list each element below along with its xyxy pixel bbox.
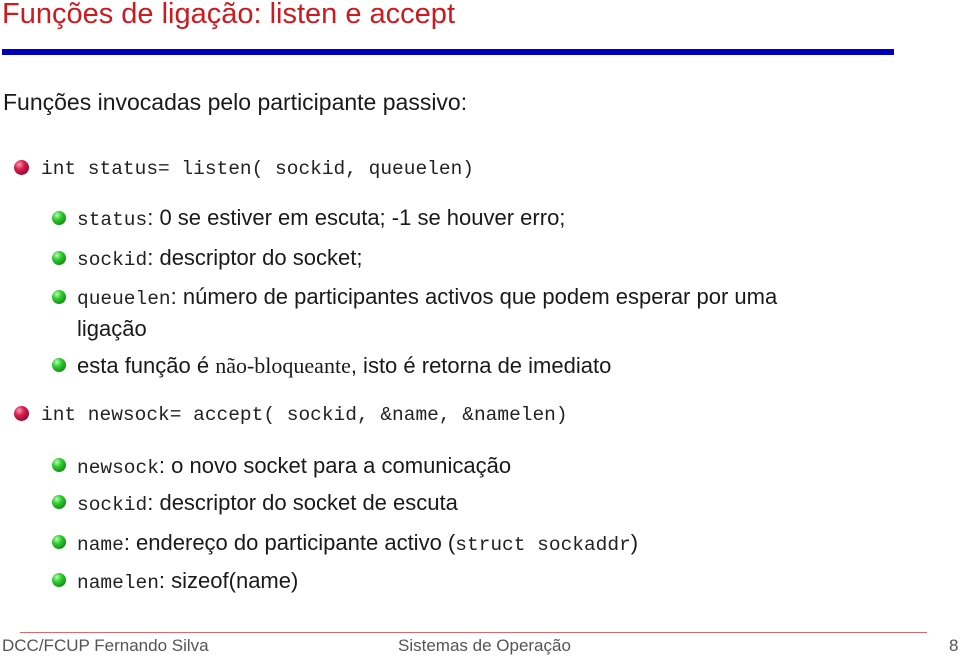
param-name: newsock [77,457,159,479]
green-bullet-icon [52,458,66,472]
param-description: sizeof(name) [171,568,299,593]
green-bullet-icon [52,290,66,304]
param-description: número de participantes activos que pode… [182,284,778,309]
param-name: status [77,209,148,231]
red-bullet-icon [14,160,29,175]
separator: : [170,284,183,309]
page-number: 8 [949,636,959,655]
separator: : [147,490,160,515]
separator: : [147,205,160,230]
accept-param-sockid: sockid: descriptor do socket de escuta [77,490,458,516]
intro-text: Funções invocadas pelo participante pass… [3,89,468,115]
param-name: queuelen [77,288,171,310]
emphasis-text: não-bloqueante [215,353,351,378]
separator: : [158,453,172,478]
green-bullet-icon [52,495,66,509]
param-name: namelen [77,572,159,594]
separator: : [158,568,172,593]
param-description: descriptor do socket de escuta [159,490,458,515]
param-name: name [77,534,124,556]
green-bullet-icon [52,535,66,549]
listen-param-sockid: sockid: descriptor do socket; [77,245,362,271]
title-divider [2,49,894,55]
param-description: endereço do participante activo ( [136,530,456,555]
param-name: sockid [77,494,148,516]
separator: : [123,530,137,555]
listen-param-queuelen-continued: ligação [77,316,147,341]
green-bullet-icon [52,211,66,225]
listen-param-status: status: 0 se estiver em escuta; -1 se ho… [77,205,565,231]
param-name: sockid [77,249,148,271]
closing-paren: ) [630,530,639,555]
param-description: descriptor do socket; [159,245,363,270]
footer-divider [20,632,927,633]
accept-param-newsock: newsock: o novo socket para a comunicaçã… [77,453,511,479]
footer-author: DCC/FCUP Fernando Silva [2,636,209,655]
accept-param-namelen: namelen: sizeof(name) [77,568,298,594]
type-name: struct sockaddr [455,534,631,556]
note-suffix: , isto é retorna de imediato [350,353,612,378]
accept-signature: int newsock= accept( sockid, &name, &nam… [41,404,568,426]
note-prefix: esta função é [77,353,216,378]
param-description: o novo socket para a comunicação [171,453,512,478]
footer-course: Sistemas de Operação [398,636,571,655]
listen-signature: int status= listen( sockid, queuelen) [41,158,474,180]
red-bullet-icon [14,406,29,421]
listen-param-queuelen: queuelen: número de participantes activo… [77,284,777,310]
slide-title: Funções de ligação: listen e accept [2,0,455,30]
green-bullet-icon [52,358,66,372]
green-bullet-icon [52,573,66,587]
green-bullet-icon [52,251,66,265]
param-description: 0 se estiver em escuta; -1 se houver err… [159,205,566,230]
listen-note: esta função é não-bloqueante, isto é ret… [77,353,611,379]
accept-param-name: name: endereço do participante activo (s… [77,530,638,556]
separator: : [147,245,160,270]
